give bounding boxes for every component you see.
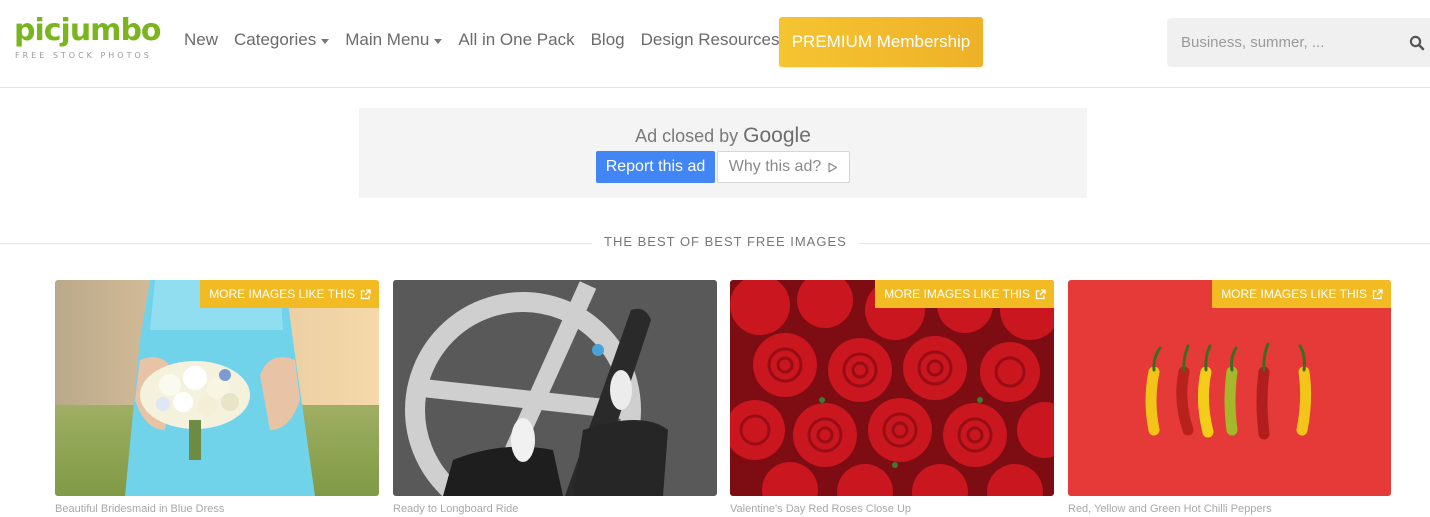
google-wordmark: Google xyxy=(743,124,811,147)
bridesmaid-photo xyxy=(55,280,379,496)
gallery-card-bridesmaid[interactable]: MORE IMAGES LIKE THIS xyxy=(55,280,379,496)
external-link-icon xyxy=(360,288,371,299)
logo-wordmark: picjumbo xyxy=(14,13,162,48)
ad-closed-text: Ad closed by xyxy=(635,126,739,146)
nav-item-all-in-one-pack[interactable]: All in One Pack xyxy=(458,30,574,50)
why-this-ad-label: Why this ad? xyxy=(728,158,822,175)
more-images-badge[interactable]: MORE IMAGES LIKE THIS xyxy=(200,280,379,308)
logo-tagline: FREE STOCK PHOTOS xyxy=(15,51,152,60)
search-box xyxy=(1167,18,1430,67)
nav-item-label: All in One Pack xyxy=(458,30,575,49)
more-images-badge[interactable]: MORE IMAGES LIKE THIS xyxy=(875,280,1054,308)
search-input[interactable] xyxy=(1167,18,1407,67)
nav-item-label: New xyxy=(184,30,219,49)
gallery-card-chilli[interactable]: MORE IMAGES LIKE THIS xyxy=(1068,280,1391,496)
badge-label: MORE IMAGES LIKE THIS xyxy=(1221,287,1367,301)
external-link-icon xyxy=(1372,288,1383,299)
roses-photo xyxy=(730,280,1054,496)
nav-item-categories[interactable]: Categories xyxy=(234,30,330,50)
nav-item-blog[interactable]: Blog xyxy=(591,30,625,50)
more-images-badge[interactable]: MORE IMAGES LIKE THIS xyxy=(1212,280,1391,308)
search-icon[interactable] xyxy=(1409,35,1425,51)
badge-label: MORE IMAGES LIKE THIS xyxy=(209,287,355,301)
badge-label: MORE IMAGES LIKE THIS xyxy=(884,287,1030,301)
card-caption[interactable]: Beautiful Bridesmaid in Blue Dress xyxy=(55,503,224,515)
main-nav: New Categories Main Menu All in One Pack… xyxy=(184,30,796,50)
premium-membership-button[interactable]: PREMIUM Membership xyxy=(779,17,983,67)
nav-item-label: Main Menu xyxy=(345,30,430,49)
longboard-photo xyxy=(393,280,717,496)
nav-item-label: Blog xyxy=(590,30,625,49)
nav-item-main-menu[interactable]: Main Menu xyxy=(345,30,443,50)
nav-item-label: Categories xyxy=(234,30,317,49)
site-logo[interactable]: picjumbo FREE STOCK PHOTOS xyxy=(14,13,162,61)
ad-closed-message: Ad closed by Google xyxy=(359,124,1087,148)
gallery-card-longboard[interactable] xyxy=(393,280,717,496)
report-ad-button[interactable]: Report this ad xyxy=(596,151,715,183)
nav-item-label: Design Resources xyxy=(640,30,780,49)
nav-item-new[interactable]: New xyxy=(184,30,218,50)
card-caption[interactable]: Ready to Longboard Ride xyxy=(393,503,518,515)
why-this-ad-button[interactable]: Why this ad? xyxy=(717,151,850,183)
play-outline-icon xyxy=(828,162,838,172)
ad-closed-panel: Ad closed by Google Report this ad Why t… xyxy=(359,108,1087,198)
nav-item-design-resources[interactable]: Design Resources xyxy=(641,30,780,50)
card-caption[interactable]: Red, Yellow and Green Hot Chilli Peppers xyxy=(1068,503,1272,515)
caret-down-icon xyxy=(321,38,330,44)
caret-down-icon xyxy=(434,38,443,44)
chilli-peppers-photo xyxy=(1068,280,1391,496)
card-caption[interactable]: Valentine's Day Red Roses Close Up xyxy=(730,503,911,515)
section-title: THE BEST OF BEST FREE IMAGES xyxy=(592,233,859,251)
external-link-icon xyxy=(1035,288,1046,299)
site-header: picjumbo FREE STOCK PHOTOS New Categorie… xyxy=(0,0,1430,88)
gallery-card-roses[interactable]: MORE IMAGES LIKE THIS xyxy=(730,280,1054,496)
